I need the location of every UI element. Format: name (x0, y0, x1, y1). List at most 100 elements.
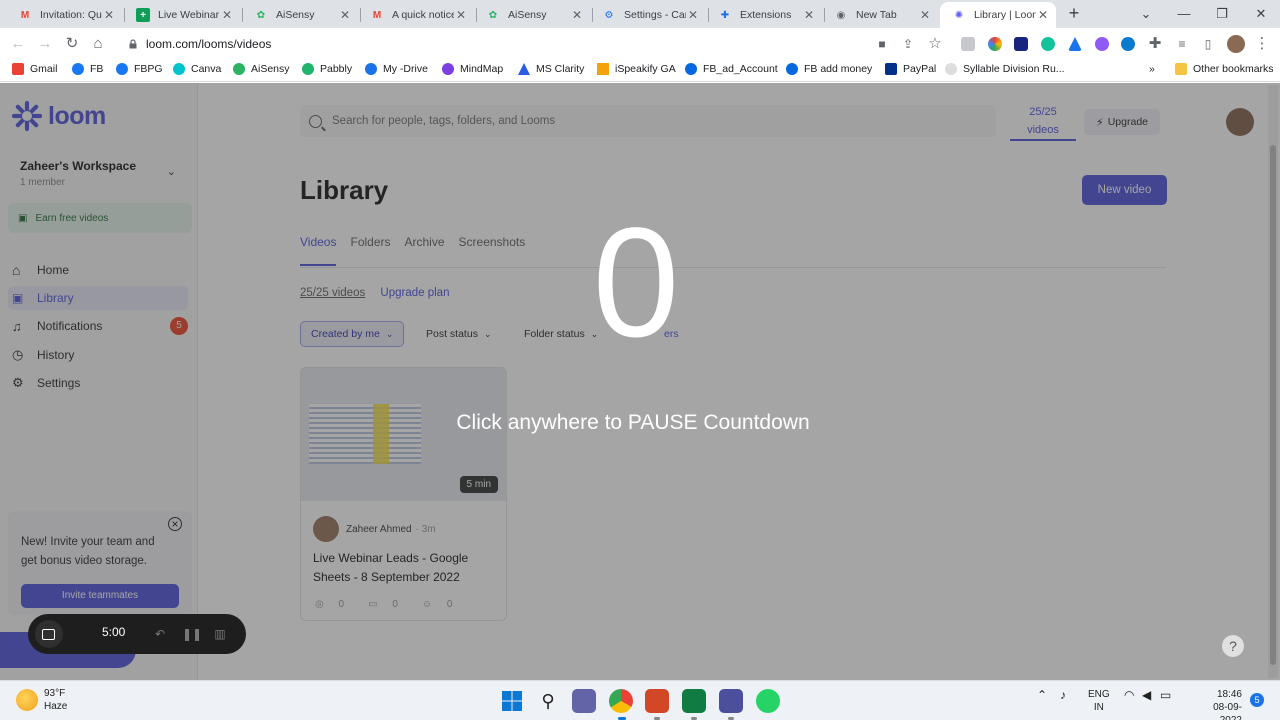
system-clock[interactable]: 18:46 08-09-2022 (1196, 688, 1242, 720)
forward-icon[interactable]: → (35, 34, 55, 54)
camera-icon[interactable] (35, 620, 63, 648)
close-icon[interactable]: ✕ (454, 8, 468, 22)
address-bar[interactable]: loom.com/looms/videos (116, 31, 956, 57)
bookmark-label: MS Clarity (536, 63, 585, 75)
extension-icon[interactable] (988, 37, 1002, 51)
browser-tab[interactable]: M Invitation: Qu ✕ (6, 2, 122, 28)
bookmark[interactable]: FBPG (116, 63, 163, 75)
browser-tab[interactable]: + Live Webinar l ✕ (124, 2, 240, 28)
home-icon[interactable]: ⌂ (88, 34, 108, 54)
close-icon[interactable]: ✕ (1036, 8, 1050, 22)
browser-tab[interactable]: ✚ Extensions ✕ (706, 2, 822, 28)
bookmark[interactable]: Gmail (12, 63, 57, 75)
bookmark[interactable]: FB (72, 63, 103, 75)
snipping-tool-icon[interactable] (719, 689, 743, 713)
bookmark[interactable]: iSpeakify GA (597, 63, 676, 75)
sheets-icon: + (136, 8, 150, 22)
bookmark-label: MindMap (460, 63, 504, 75)
extension-icon[interactable] (1068, 37, 1082, 51)
gmail-icon (12, 63, 24, 75)
browser-tab[interactable]: ✿ AiSensy ✕ (474, 2, 590, 28)
trash-icon[interactable]: ▥ (212, 626, 228, 642)
microphone-icon[interactable]: ♪ (1060, 688, 1066, 702)
loom-extension-icon[interactable] (1095, 37, 1109, 51)
start-icon[interactable] (500, 689, 524, 713)
other-bookmarks[interactable]: Other bookmarks (1175, 63, 1274, 75)
restore-icon[interactable]: ❐ (1203, 0, 1241, 28)
bookmark[interactable]: FB_ad_Account (685, 63, 778, 75)
pause-icon[interactable]: ❚❚ (182, 626, 202, 642)
notification-center-badge[interactable]: 5 (1250, 693, 1264, 707)
wifi-icon[interactable]: ◠ (1124, 688, 1134, 702)
speaker-icon[interactable]: ◀ (1142, 688, 1151, 702)
bookmark[interactable]: Syllable Division Ru... (945, 63, 1065, 75)
search-icon[interactable]: ⚲ (536, 689, 560, 713)
side-panel-icon[interactable]: ▯ (1198, 34, 1218, 54)
powerpoint-icon[interactable] (645, 689, 669, 713)
close-icon[interactable]: ✕ (338, 8, 352, 22)
language-indicator[interactable]: ENG IN (1088, 688, 1110, 714)
reload-icon[interactable]: ↻ (62, 34, 82, 54)
sun-icon (16, 689, 38, 711)
bookmark[interactable]: MindMap (442, 63, 503, 75)
bookmark-label: iSpeakify GA (615, 63, 676, 75)
loom-icon: ✺ (954, 9, 964, 21)
url-text: loom.com/looms/videos (146, 37, 272, 51)
bookmark[interactable]: MS Clarity (518, 63, 584, 75)
help-icon[interactable]: ? (1222, 635, 1244, 657)
browser-tab[interactable]: ⚙ Settings - Can ✕ (590, 2, 706, 28)
close-icon[interactable]: ✕ (102, 8, 116, 22)
bookmark[interactable]: My -Drive (365, 63, 428, 75)
excel-icon[interactable] (682, 689, 706, 713)
bookmark-label: Other bookmarks (1193, 63, 1274, 75)
lock-icon (129, 39, 137, 49)
chevron-up-icon[interactable]: ⌃ (1037, 688, 1047, 702)
close-icon[interactable]: ✕ (220, 8, 234, 22)
close-window-icon[interactable]: ✕ (1242, 0, 1280, 28)
bookmark[interactable]: FB add money (786, 63, 872, 75)
bookmark[interactable]: Pabbly (302, 63, 352, 75)
aisensy-icon (233, 63, 245, 75)
tab-title: Extensions (740, 9, 792, 21)
close-icon[interactable]: ✕ (570, 8, 584, 22)
extension-icon[interactable] (961, 37, 975, 51)
tab-search-icon[interactable]: ⌄ (1127, 0, 1165, 28)
camera-icon[interactable]: ■ (872, 34, 892, 54)
reading-list-icon[interactable]: ≡ (1172, 34, 1192, 54)
share-icon[interactable]: ⇪ (898, 34, 918, 54)
extension-icon[interactable] (1014, 37, 1028, 51)
minimize-icon[interactable]: — (1165, 0, 1203, 28)
battery-icon[interactable]: ▭ (1160, 688, 1171, 702)
restart-icon[interactable]: ↶ (152, 626, 168, 642)
tab-title: A quick notice (392, 9, 454, 21)
close-icon[interactable]: ✕ (686, 8, 700, 22)
weather-condition: Haze (44, 701, 68, 712)
countdown-overlay[interactable]: 0 Click anywhere to PAUSE Countdown 5:00… (0, 83, 1280, 680)
bookmark[interactable]: PayPal (885, 63, 936, 75)
bookmark[interactable]: Canva (173, 63, 221, 75)
profile-avatar[interactable] (1227, 35, 1245, 53)
browser-tab[interactable]: ✿ AiSensy ✕ (242, 2, 358, 28)
browser-tab-active[interactable]: ✺ Library | Loom ✕ (940, 2, 1056, 28)
bookmarks-overflow-button[interactable]: » (1149, 63, 1155, 75)
browser-tab[interactable]: ◉ New Tab ✕ (822, 2, 938, 28)
close-icon[interactable]: ✕ (918, 8, 932, 22)
weather-widget[interactable]: 93°F Haze (16, 687, 67, 713)
tab-title: Settings - Can (624, 9, 686, 21)
bookmark-label: FB add money (804, 63, 873, 75)
browser-tab[interactable]: M A quick notice ✕ (358, 2, 474, 28)
teams-icon[interactable] (572, 689, 596, 713)
chrome-icon[interactable] (609, 689, 633, 713)
puzzle-icon[interactable]: ✚ (1145, 34, 1165, 54)
bookmark-star-icon[interactable]: ☆ (925, 34, 945, 54)
back-icon[interactable]: ← (8, 34, 28, 54)
grammarly-icon[interactable] (1041, 37, 1055, 51)
extension-icon[interactable] (1121, 37, 1135, 51)
menu-icon[interactable]: ⋮ (1252, 34, 1272, 54)
close-icon[interactable]: ✕ (802, 8, 816, 22)
bookmark[interactable]: AiSensy (233, 63, 290, 75)
whatsapp-icon[interactable] (756, 689, 780, 713)
paypal-icon (885, 63, 897, 75)
tab-title: AiSensy (276, 9, 315, 21)
new-tab-button[interactable]: + (1064, 4, 1084, 24)
